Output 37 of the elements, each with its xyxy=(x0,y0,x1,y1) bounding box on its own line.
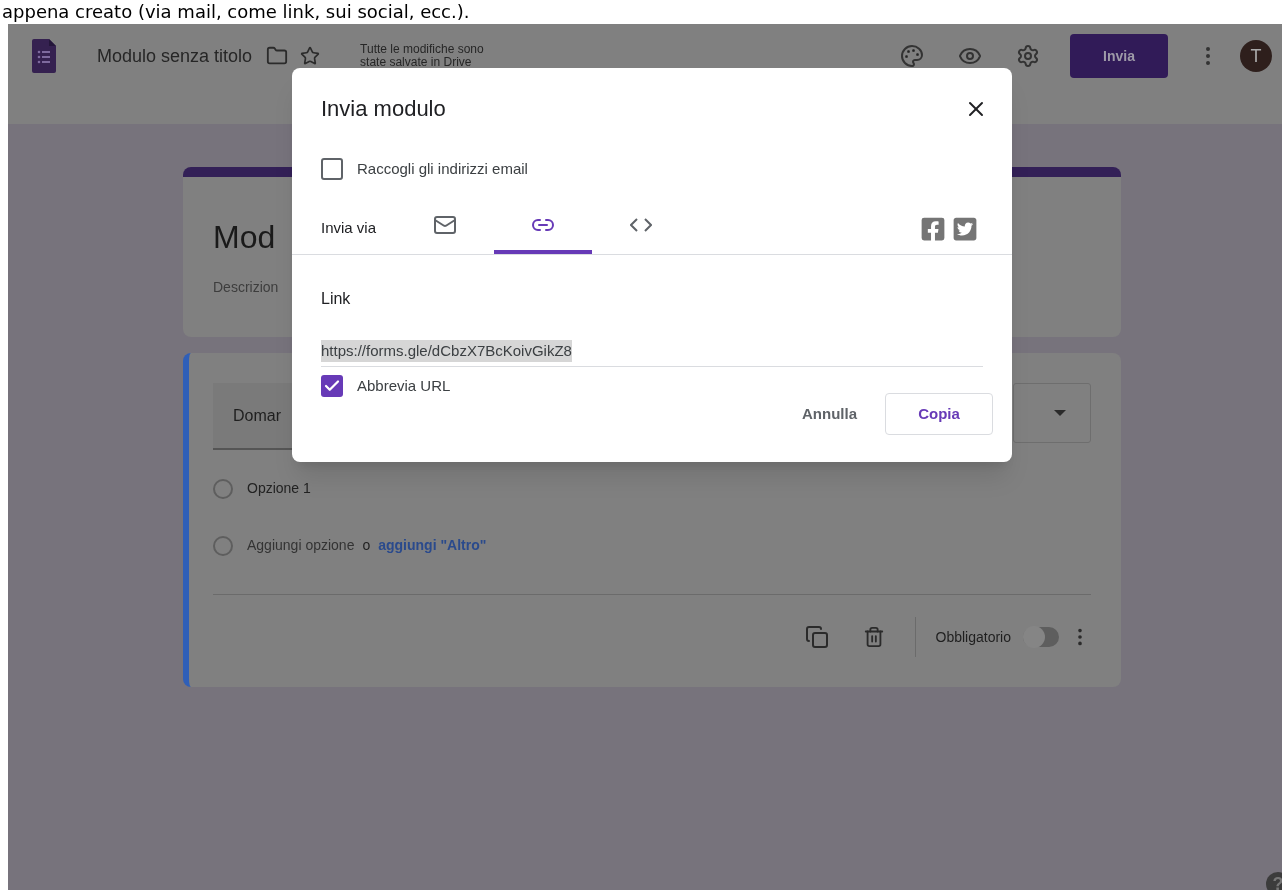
or-text: o xyxy=(362,536,371,555)
checkbox[interactable] xyxy=(321,374,343,397)
checkbox[interactable] xyxy=(321,158,343,181)
cancel-button[interactable]: Annulla xyxy=(786,393,873,435)
send-via-label: Invia via xyxy=(321,218,377,239)
link-label: Link xyxy=(320,288,352,309)
dialog-title: Invia modulo xyxy=(321,95,446,123)
add-option-field[interactable]: Aggiungi opzione xyxy=(247,535,355,556)
folder-icon[interactable] xyxy=(266,45,289,67)
settings-icon[interactable] xyxy=(1016,44,1040,68)
star-icon[interactable] xyxy=(300,46,321,66)
code-brackets-icon xyxy=(630,217,653,232)
required-toggle[interactable] xyxy=(1023,627,1059,647)
palette-icon[interactable] xyxy=(900,44,924,68)
facebook-icon[interactable] xyxy=(920,215,946,242)
collect-emails-label: Raccogli gli indirizzi email xyxy=(357,159,528,179)
document-text: appena creato (via mail, come link, sui social, ecc.). xyxy=(2,1,470,22)
required-label: Obbligatorio xyxy=(935,627,1011,647)
radio-button[interactable] xyxy=(213,478,233,499)
duplicate-icon[interactable] xyxy=(804,625,829,649)
avatar[interactable]: T xyxy=(1240,40,1272,72)
add-other-link[interactable]: aggiungi "Altro" xyxy=(378,535,487,556)
question-title-field[interactable]: Domar xyxy=(213,383,292,450)
link-url-field[interactable]: https://forms.gle/dCbzX7BcKoivGikZ8 xyxy=(321,336,983,367)
twitter-icon[interactable] xyxy=(952,215,978,242)
save-status: Tutte le modifiche sono state salvate in Drive xyxy=(360,43,485,69)
caret-icon xyxy=(1054,410,1066,416)
trash-icon[interactable] xyxy=(862,626,885,648)
circle-icon xyxy=(213,535,233,556)
shorten-url-label: Abbrevia URL xyxy=(357,375,451,396)
forms-logo-icon xyxy=(32,39,56,73)
option-label[interactable]: Opzione 1 xyxy=(247,478,311,499)
copy-button[interactable]: Copia xyxy=(885,393,993,435)
link-url: https://forms.gle/dCbzX7BcKoivGikZ8 xyxy=(321,339,572,363)
send-button[interactable]: Invia xyxy=(1070,34,1168,78)
help-button[interactable]: ? xyxy=(1266,872,1282,890)
form-title[interactable]: Modulo senza titolo xyxy=(97,42,253,70)
